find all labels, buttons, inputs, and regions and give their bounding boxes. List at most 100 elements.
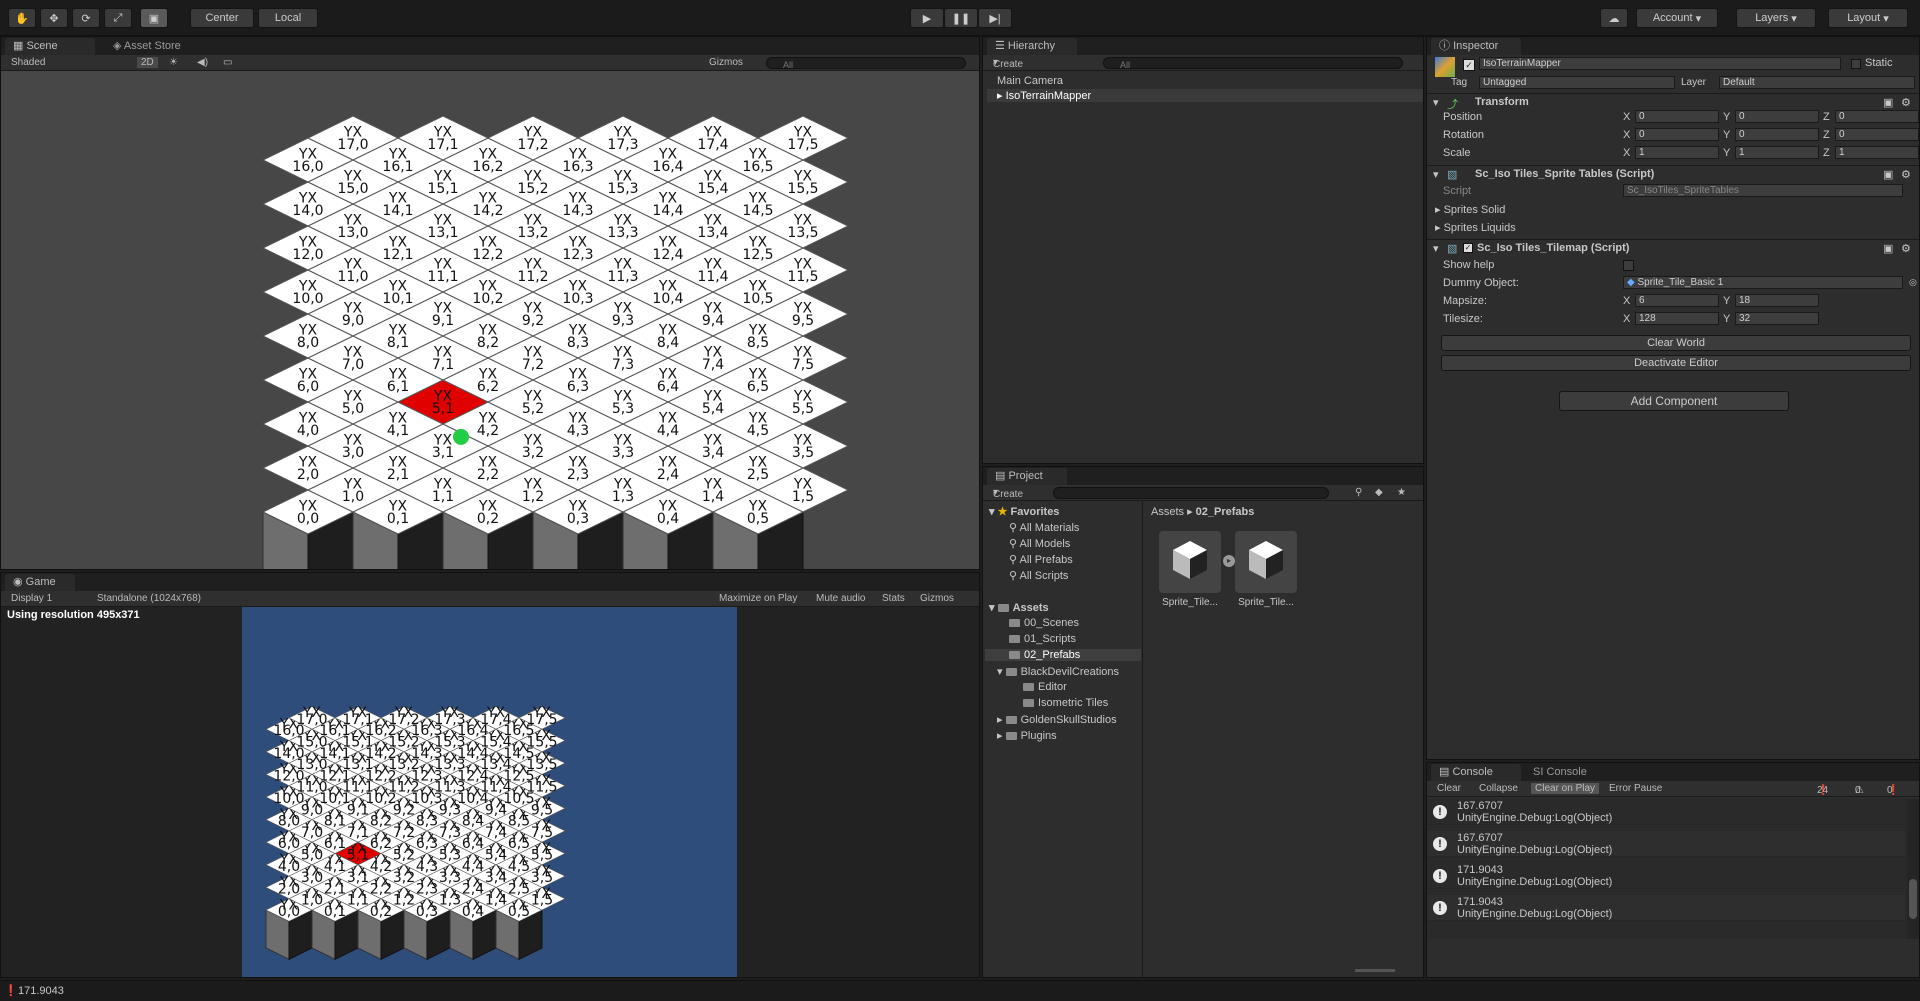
display-dropdown[interactable]: Display 1 (11, 593, 52, 604)
active-checkbox[interactable]: ✓ (1463, 59, 1475, 71)
folder-isometric-tiles[interactable]: Isometric Tiles (1023, 697, 1108, 709)
folder-00-scenes[interactable]: 00_Scenes (1009, 617, 1079, 629)
folder-blackdevilcreations[interactable]: ▾ BlackDevilCreations (997, 665, 1119, 678)
layout-dropdown[interactable]: Layout ▾ (1828, 8, 1908, 28)
tab-inspector[interactable]: ⓘ Inspector (1431, 38, 1521, 55)
rect-tool-icon[interactable]: ▣ (140, 8, 168, 28)
tilesize-x-field[interactable]: 128 (1635, 312, 1719, 325)
help-book-icon[interactable]: ▣ (1883, 96, 1893, 109)
sprites-liquids-foldout[interactable]: ▸ Sprites Liquids (1435, 221, 1516, 234)
tab-asset-store[interactable]: ◈ Asset Store (105, 38, 215, 55)
maximize-on-play-toggle[interactable]: Maximize on Play (719, 593, 797, 604)
move-tool-icon[interactable]: ✥ (40, 8, 68, 28)
resolution-dropdown[interactable]: Standalone (1024x768) (97, 593, 201, 604)
selection-marker-icon[interactable] (453, 428, 469, 445)
folder-plugins[interactable]: ▸ Plugins (997, 729, 1057, 742)
icon-size-slider[interactable] (1355, 969, 1395, 972)
step-button[interactable]: ▶| (978, 8, 1012, 28)
asset-item-sprite-tile-1[interactable] (1159, 531, 1221, 593)
log-entry[interactable]: ! 171.9043 UnityEngine.Debug:Log(Object) (1427, 895, 1905, 921)
filter-label-icon[interactable]: ◆ (1375, 487, 1383, 498)
tab-hierarchy[interactable]: ☰ Hierarchy (987, 38, 1077, 55)
asset-item-sprite-tile-2[interactable] (1235, 531, 1297, 593)
rotation-y-field[interactable]: 0 (1735, 128, 1819, 141)
tab-game[interactable]: ◉ Game (5, 574, 75, 591)
console-clear-button[interactable]: Clear (1437, 783, 1461, 794)
cloud-icon[interactable]: ☁ (1600, 8, 1628, 28)
settings-gear-icon[interactable]: ⚙ (1901, 242, 1911, 255)
sprite-tables-header[interactable]: ▾ ▧ Sc_Iso Tiles_Sprite Tables (Script) … (1427, 165, 1919, 181)
account-dropdown[interactable]: Account ▾ (1636, 8, 1718, 28)
show-help-checkbox[interactable] (1623, 260, 1634, 271)
project-create-dropdown[interactable]: Create ▾ (993, 487, 1023, 500)
log-entry[interactable]: ! 171.9043 UnityEngine.Debug:Log(Object) (1427, 863, 1905, 889)
scene-gizmos-dropdown[interactable]: Gizmos (709, 57, 743, 68)
favorite-all-prefabs[interactable]: ⚲ All Prefabs (1009, 553, 1073, 566)
position-z-field[interactable]: 0 (1835, 110, 1919, 123)
favorite-all-models[interactable]: ⚲ All Models (1009, 537, 1070, 550)
sprites-solid-foldout[interactable]: ▸ Sprites Solid (1435, 203, 1505, 216)
folder-01-scripts[interactable]: 01_Scripts (1009, 633, 1076, 645)
transform-header[interactable]: ▾ ⤴ Transform ▣ ⚙ (1427, 93, 1919, 111)
tilemap-enabled-checkbox[interactable]: ✓ (1463, 243, 1473, 253)
scale-y-field[interactable]: 1 (1735, 146, 1819, 159)
scene-viewport[interactable]: YX 0,0 YX 0,1 YX 0,2 YX 0,3 YX 0,4 YX 0,5 YX 1,0 YX 1,1… (1, 71, 979, 569)
hierarchy-search-input[interactable]: All (1103, 57, 1403, 70)
log-entry[interactable]: ! 167.6707 UnityEngine.Debug:Log(Object) (1427, 799, 1905, 825)
hierarchy-item-main-camera[interactable]: Main Camera (997, 75, 1063, 87)
stats-toggle[interactable]: Stats (882, 593, 905, 604)
pause-button[interactable]: ❚❚ (944, 8, 978, 28)
pivot-center-button[interactable]: Center (190, 8, 254, 28)
console-scrollbar[interactable] (1907, 799, 1919, 939)
help-book-icon[interactable]: ▣ (1883, 242, 1893, 255)
game-viewport[interactable]: Using resolution 495x371 YX 0,0 YX 0,1 YX 0,2… (1, 607, 979, 977)
scene-search-input[interactable]: All (766, 57, 966, 70)
play-button[interactable]: ▶ (910, 8, 944, 28)
tab-si-console[interactable]: SI Console (1525, 764, 1615, 781)
scale-z-field[interactable]: 1 (1835, 146, 1919, 159)
status-text[interactable]: 171.9043 (18, 985, 64, 997)
breadcrumb-current[interactable]: 02_Prefabs (1196, 506, 1255, 518)
scale-tool-icon[interactable]: ⤢ (104, 8, 132, 28)
assets-header[interactable]: ▾ Assets (989, 601, 1049, 614)
rotation-x-field[interactable]: 0 (1635, 128, 1719, 141)
settings-gear-icon[interactable]: ⚙ (1901, 168, 1911, 181)
shading-dropdown[interactable]: Shaded (11, 57, 45, 68)
pivot-local-button[interactable]: Local (258, 8, 318, 28)
project-search-input[interactable] (1053, 487, 1329, 499)
object-name-field[interactable]: IsoTerrainMapper (1479, 57, 1841, 70)
favorite-all-scripts[interactable]: ⚲ All Scripts (1009, 569, 1068, 582)
layers-dropdown[interactable]: Layers ▾ (1736, 8, 1816, 28)
position-y-field[interactable]: 0 (1735, 110, 1819, 123)
breadcrumb-root[interactable]: Assets (1151, 506, 1184, 518)
clear-world-button[interactable]: Clear World (1441, 335, 1911, 351)
folder-02-prefabs[interactable]: 02_Prefabs (985, 649, 1141, 661)
object-picker-icon[interactable]: ◎ (1909, 277, 1917, 288)
mode-2d-toggle[interactable]: 2D (137, 57, 158, 68)
lighting-icon[interactable]: ☀ (169, 57, 178, 68)
static-checkbox[interactable] (1851, 59, 1861, 69)
console-error-pause-toggle[interactable]: Error Pause (1609, 783, 1662, 794)
console-scrollbar-thumb[interactable] (1909, 879, 1917, 919)
expand-prefab-icon[interactable]: ▸ (1223, 555, 1235, 567)
folder-goldenskullstudios[interactable]: ▸ GoldenSkullStudios (997, 713, 1117, 726)
settings-gear-icon[interactable]: ⚙ (1901, 96, 1911, 109)
hierarchy-create-dropdown[interactable]: Create ▾ (993, 57, 1023, 70)
log-entry[interactable]: ! 167.6707 UnityEngine.Debug:Log(Object) (1427, 831, 1905, 857)
add-component-button[interactable]: Add Component (1559, 391, 1789, 411)
scene-tile-map[interactable]: YX0,0YX0,1YX0,2YX0,3YX0,4YX0,5YX1,0YX1,1… (1, 71, 979, 569)
effects-icon[interactable]: ▭ (223, 57, 232, 68)
hand-tool-icon[interactable]: ✋ (8, 8, 36, 28)
mapsize-x-field[interactable]: 6 (1635, 294, 1719, 307)
foldout-arrow-icon[interactable]: ▾ (1433, 96, 1439, 109)
layer-dropdown[interactable]: Default (1719, 76, 1915, 89)
tab-project[interactable]: ▤ Project (987, 468, 1067, 485)
folder-editor[interactable]: Editor (1023, 681, 1067, 693)
foldout-arrow-icon[interactable]: ▾ (1433, 242, 1439, 255)
tag-dropdown[interactable]: Untagged (1479, 76, 1675, 89)
rotation-z-field[interactable]: 0 (1835, 128, 1919, 141)
tab-console[interactable]: ▤ Console (1431, 764, 1521, 781)
hierarchy-expand-arrow-icon[interactable]: ▸ (997, 90, 1003, 102)
console-clear-on-play-toggle[interactable]: Clear on Play (1531, 783, 1600, 794)
favorites-header[interactable]: ▾ ★ Favorites (989, 505, 1059, 518)
